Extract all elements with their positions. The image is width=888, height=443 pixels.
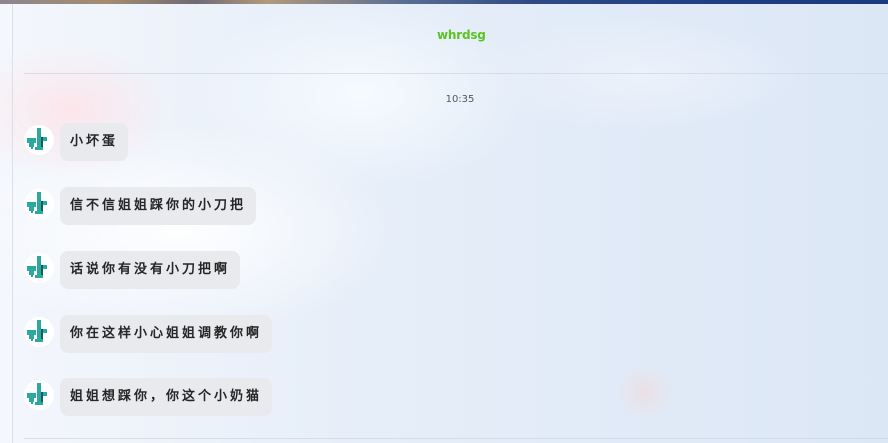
- teal-pixel-figure-icon: [27, 320, 47, 342]
- contact-avatar[interactable]: [24, 380, 54, 410]
- teal-pixel-figure-icon: [27, 383, 47, 405]
- teal-pixel-figure-icon: [27, 192, 47, 214]
- contact-avatar[interactable]: [24, 189, 54, 219]
- sidebar-divider: [12, 4, 13, 443]
- message-bubble[interactable]: 信不信姐姐踩你的小刀把: [60, 187, 257, 225]
- teal-pixel-figure-icon: [27, 128, 47, 150]
- contact-avatar[interactable]: [24, 253, 54, 283]
- chat-title[interactable]: whrdsg: [437, 28, 486, 42]
- chat-window: whrdsg 10:35 小坏蛋 信不信姐姐踩你的小刀把 话说你有没有小刀把啊 …: [0, 0, 888, 443]
- message-bubble[interactable]: 小坏蛋: [60, 123, 129, 161]
- input-area-divider: [24, 438, 888, 439]
- message-bubble[interactable]: 你在这样小心姐姐调教你啊: [60, 315, 273, 353]
- message-bubble[interactable]: 话说你有没有小刀把啊: [60, 251, 241, 289]
- contact-avatar[interactable]: [24, 125, 54, 155]
- teal-pixel-figure-icon: [27, 256, 47, 278]
- message-bubble[interactable]: 姐姐想踩你，你这个小奶猫: [60, 378, 273, 416]
- message-timestamp: 10:35: [445, 94, 475, 105]
- contact-avatar[interactable]: [24, 317, 54, 347]
